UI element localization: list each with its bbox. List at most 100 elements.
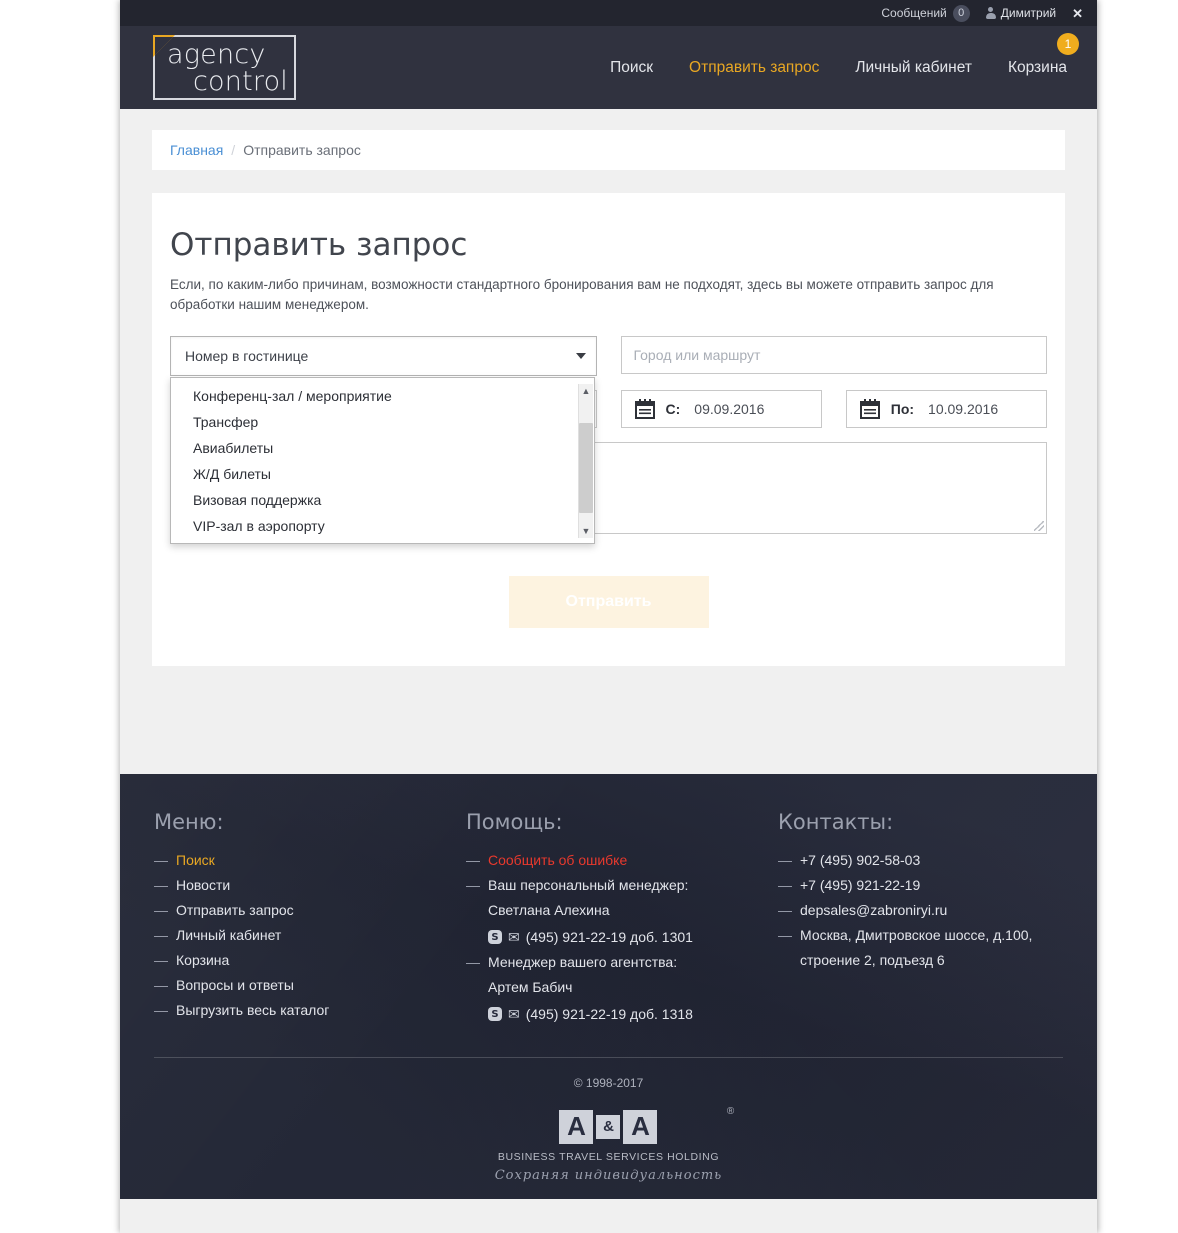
city-input-col: Город или маршрут	[620, 335, 1047, 376]
dropdown-option[interactable]: Ж/Д билеты	[171, 461, 594, 487]
agency-manager-name: Артем Бабич	[488, 978, 573, 995]
footer-link-report-error[interactable]: Сообщить об ошибке	[488, 848, 627, 873]
footer-columns: Меню: — Поиск — Новости — Отправить запрос …	[154, 810, 1063, 1027]
footer-personal-manager-item: — Ваш персональный менеджер: Светлана Ал…	[466, 873, 778, 950]
resize-handle[interactable]	[1034, 520, 1044, 531]
footer-link-send-request[interactable]: Отправить запрос	[176, 898, 294, 923]
address-block: Москва, Дмитровское шоссе, д.100, строен…	[800, 923, 1032, 973]
footer-link-search[interactable]: Поиск	[176, 848, 215, 873]
left-page-margin	[0, 0, 120, 1233]
footer-link-cart[interactable]: Корзина	[176, 948, 229, 973]
footer-menu-item: — Выгрузить весь каталог	[154, 998, 466, 1023]
service-type-select[interactable]: Номер в гостинице	[170, 335, 597, 376]
site-footer: Меню: — Поиск — Новости — Отправить запрос …	[120, 774, 1097, 1199]
dash-icon: —	[466, 851, 480, 868]
top-utility-bar: Сообщений 0 Димитрий ✕	[120, 0, 1097, 26]
messages-count-badge: 0	[952, 4, 970, 22]
mail-icon[interactable]: ✉	[508, 1007, 520, 1021]
date-to-value: 10.09.2016	[928, 400, 999, 417]
cart-count-badge: 1	[1057, 32, 1079, 55]
form-row-1: Номер в гостинице Город или маршрут	[170, 335, 1047, 376]
close-icon[interactable]: ✕	[1072, 7, 1083, 20]
date-to-label: По:	[890, 400, 915, 417]
footer-link-export-catalog[interactable]: Выгрузить весь каталог	[176, 998, 329, 1023]
request-form-card: Отправить запрос Если, по каким-либо при…	[152, 193, 1065, 666]
holding-logo-letters: A & A ®	[495, 1106, 734, 1144]
holding-subtitle: BUSINESS TRAVEL SERVICES HOLDING	[497, 1150, 720, 1163]
nav-item-cart[interactable]: Корзина 1	[1007, 32, 1079, 77]
breadcrumb: Главная / Отправить запрос	[152, 130, 1065, 170]
footer-link-personal-account[interactable]: Личный кабинет	[176, 923, 281, 948]
holding-tagline: Сохраняя индивидуальность	[494, 1167, 723, 1183]
logo[interactable]: agency control	[153, 35, 296, 100]
footer-help-heading: Помощь:	[466, 809, 563, 834]
date-from-value: 09.09.2016	[694, 400, 765, 417]
footer-menu-heading: Меню:	[154, 809, 224, 834]
dropdown-option[interactable]: Авиабилеты	[171, 435, 594, 461]
contact-phone-1: +7 (495) 902-58-03	[800, 851, 921, 868]
dropdown-option[interactable]: Конференц-зал / мероприятие	[171, 383, 594, 409]
main-navigation: Поиск Отправить запрос Личный кабинет Ко…	[610, 26, 1079, 109]
browser-page: Сообщений 0 Димитрий ✕ agency control По…	[120, 0, 1097, 1233]
footer-help-column: Помощь: — Сообщить об ошибке — Ваш персо…	[466, 810, 778, 1027]
footer-menu-item: — Поиск	[154, 848, 466, 873]
dash-icon: —	[778, 876, 792, 893]
footer-link-news[interactable]: Новости	[176, 873, 230, 898]
footer-link-faq[interactable]: Вопросы и ответы	[176, 973, 294, 998]
city-or-route-input[interactable]: Город или маршрут	[620, 335, 1047, 374]
site-header: agency control Поиск Отправить запрос Ли…	[120, 26, 1097, 109]
dropdown-option[interactable]: Визовая поддержка	[171, 487, 594, 513]
dropdown-option[interactable]: Трансфер	[171, 409, 594, 435]
scroll-up-icon[interactable]: ▲	[582, 384, 591, 398]
skype-icon[interactable]: S	[488, 1007, 502, 1021]
page-content: Главная / Отправить запрос Отправить зап…	[120, 130, 1097, 666]
logo-letter-a1: A	[559, 1109, 594, 1144]
scroll-down-icon[interactable]: ▼	[582, 524, 591, 538]
user-menu[interactable]: Димитрий	[985, 6, 1056, 20]
dash-icon: —	[154, 951, 168, 968]
footer-bottom: © 1998-2017 A & A ® BUSINESS TRAVEL SERV…	[154, 1058, 1063, 1184]
dropdown-scroll-thumb[interactable]	[579, 422, 593, 513]
service-type-option-list: Конференц-зал / мероприятие Трансфер Ави…	[171, 383, 594, 539]
calendar-icon	[859, 398, 881, 420]
date-to-field[interactable]: По: 10.09.2016	[845, 389, 1047, 428]
service-type-dropdown[interactable]: Конференц-зал / мероприятие Трансфер Ави…	[170, 376, 595, 544]
breadcrumb-home[interactable]: Главная	[170, 142, 223, 158]
footer-contact-item: — depsales@zabroniryi.ru	[778, 898, 1063, 923]
dash-icon: —	[154, 901, 168, 918]
footer-contacts-heading: Контакты:	[778, 809, 894, 834]
date-from-label: С:	[665, 400, 681, 417]
date-from-field[interactable]: С: 09.09.2016	[620, 389, 822, 428]
agency-manager-phone: (495) 921-22-19 доб. 1318	[525, 1005, 693, 1022]
personal-manager-name: Светлана Алехина	[488, 901, 610, 918]
dash-icon: —	[466, 876, 480, 893]
submit-button[interactable]: Отправить	[508, 575, 709, 628]
dash-icon: —	[466, 953, 480, 970]
nav-item-send-request[interactable]: Отправить запрос	[689, 59, 819, 77]
nav-item-search[interactable]: Поиск	[610, 59, 653, 77]
page-title: Отправить запрос	[170, 227, 468, 263]
contact-email[interactable]: depsales@zabroniryi.ru	[800, 898, 947, 923]
dash-icon: —	[778, 901, 792, 918]
agency-manager-contact-line: S ✉ (495) 921-22-19 доб. 1318	[488, 1002, 693, 1027]
mail-icon[interactable]: ✉	[508, 930, 520, 944]
dash-icon: —	[778, 851, 792, 868]
agency-manager-label: Менеджер вашего агентства:	[488, 953, 678, 970]
footer-contact-item: — +7 (495) 902-58-03	[778, 848, 1063, 873]
dropdown-option[interactable]: VIP-зал в аэропорту	[171, 513, 594, 539]
personal-manager-phone: (495) 921-22-19 доб. 1301	[525, 928, 693, 945]
dates-col: С: 09.09.2016 По: 10.09.2016	[620, 389, 1047, 428]
page-description: Если, по каким-либо причинам, возможност…	[170, 277, 994, 313]
calendar-icon	[634, 398, 656, 420]
dash-icon: —	[154, 851, 168, 868]
footer-agency-manager-item: — Менеджер вашего агентства: Артем Бабич…	[466, 950, 778, 1027]
skype-icon[interactable]: S	[488, 930, 502, 944]
nav-item-cart-label: Корзина	[1007, 58, 1067, 76]
dash-icon: —	[154, 876, 168, 893]
messages-indicator[interactable]: Сообщений 0	[881, 4, 970, 22]
logo-line-2: control	[193, 65, 288, 97]
messages-label: Сообщений	[881, 6, 947, 20]
nav-item-personal-account[interactable]: Личный кабинет	[855, 59, 972, 77]
footer-menu-item: — Корзина	[154, 948, 466, 973]
dash-icon: —	[154, 976, 168, 993]
